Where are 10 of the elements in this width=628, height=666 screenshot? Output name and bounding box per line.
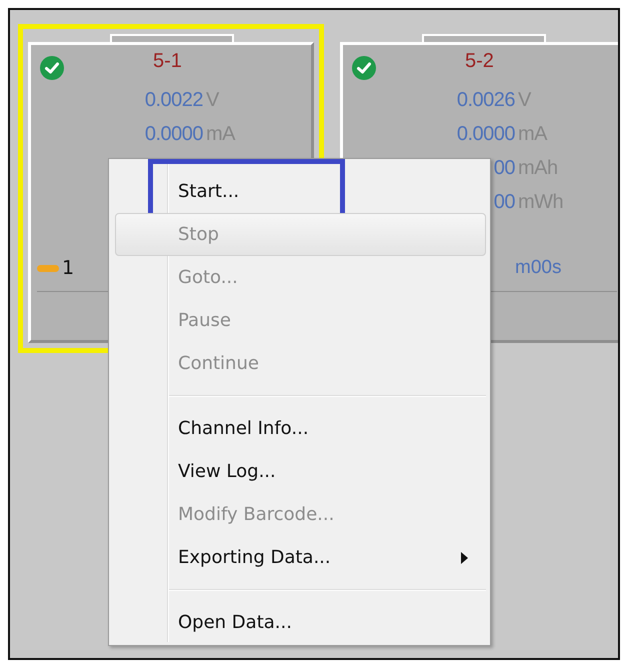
reading-value: 00 — [494, 156, 515, 181]
reading-value: 0.0000 — [144, 122, 203, 147]
reading-value: 0.0000 — [456, 122, 515, 147]
reading-value: 0.0022 — [144, 88, 203, 113]
channel-title: 5-1 — [153, 50, 182, 72]
elapsed-time: m00s — [515, 257, 562, 279]
channel-title: 5-2 — [465, 50, 494, 72]
reading-value: 0.0026 — [456, 88, 515, 113]
reading-value: 00 — [494, 190, 515, 215]
step-number: 1 — [62, 257, 74, 279]
